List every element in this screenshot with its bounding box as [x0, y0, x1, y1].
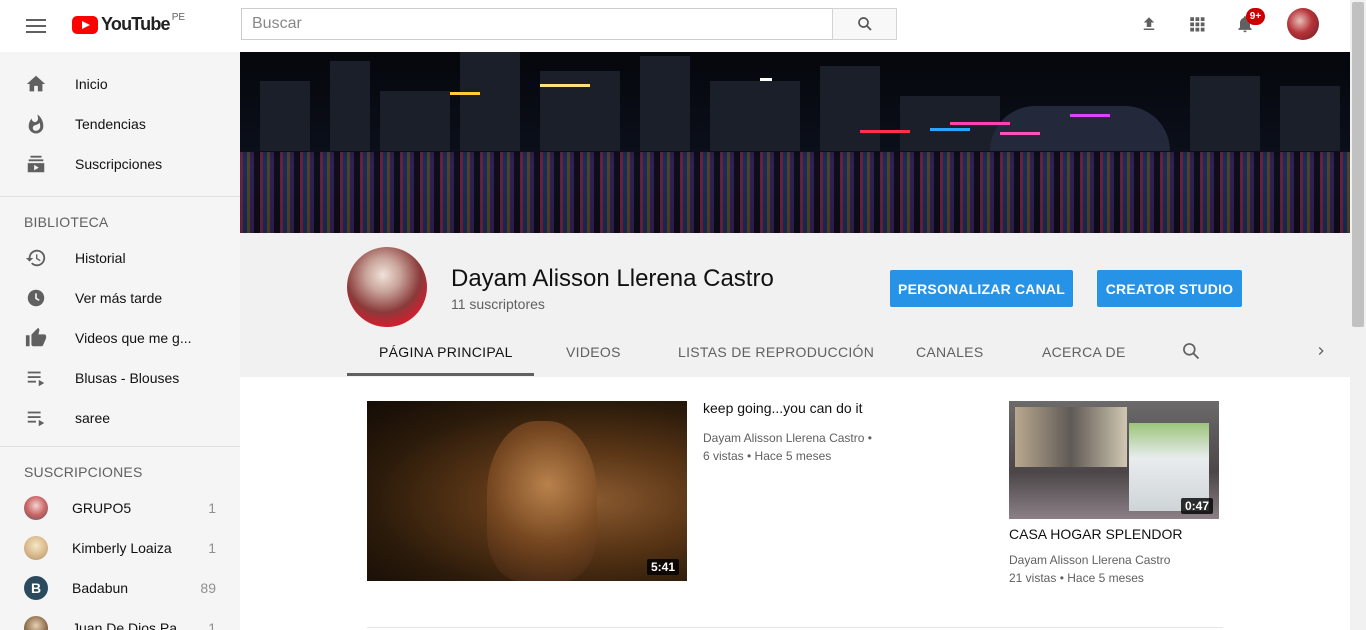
- banner-water: [240, 152, 1350, 233]
- featured-video-thumbnail[interactable]: 5:41: [367, 401, 687, 581]
- subscription-item-badabun[interactable]: B Badabun 89: [0, 568, 240, 608]
- subscription-label: Badabun: [72, 580, 129, 596]
- sidebar-item-suscripciones[interactable]: Suscripciones: [0, 144, 240, 184]
- tab-canales[interactable]: CANALES: [916, 344, 983, 360]
- subscription-count: 1: [208, 620, 216, 630]
- tab-pagina-principal[interactable]: PÁGINA PRINCIPAL: [379, 344, 513, 360]
- content-divider: [367, 627, 1223, 628]
- channel-avatar: [24, 536, 48, 560]
- sidebar-item-label: Ver más tarde: [75, 290, 163, 306]
- scrollbar-thumb[interactable]: [1352, 2, 1364, 327]
- channel-search-icon[interactable]: [1181, 341, 1201, 364]
- sidebar-item-inicio[interactable]: Inicio: [0, 64, 240, 104]
- brand-text: YouTube: [101, 14, 171, 34]
- subscription-label: Juan De Dios Pa...: [72, 620, 189, 630]
- playlist-icon: [24, 366, 48, 390]
- video-channel-name[interactable]: Dayam Alisson Llerena Castro: [703, 431, 864, 445]
- sidebar-item-label: Suscripciones: [75, 156, 163, 172]
- channel-avatar-large[interactable]: [347, 247, 427, 327]
- featured-video-channel: Dayam Alisson Llerena Castro •: [703, 431, 872, 445]
- subscription-count: 1: [208, 540, 216, 556]
- creator-studio-button[interactable]: CREATOR STUDIO: [1097, 270, 1242, 307]
- top-header: YouTube PE 9+: [0, 0, 1350, 52]
- channel-name: Dayam Alisson Llerena Castro: [451, 265, 774, 292]
- playlist-icon: [24, 406, 48, 430]
- notification-badge: 9+: [1246, 8, 1265, 25]
- subscriber-count: 11 suscriptores: [451, 296, 545, 312]
- video-duration: 0:47: [1180, 498, 1213, 514]
- youtube-play-icon: [72, 15, 98, 34]
- sidebar-item-label: Videos que me g...: [75, 330, 192, 346]
- side-video-meta: 21 vistas • Hace 5 meses: [1009, 571, 1144, 585]
- tab-listas[interactable]: LISTAS DE REPRODUCCIÓN: [678, 344, 874, 360]
- video-duration: 5:41: [646, 559, 679, 575]
- sidebar-item-blusas[interactable]: Blusas - Blouses: [0, 358, 240, 398]
- sidebar-item-label: Inicio: [75, 76, 108, 92]
- youtube-logo[interactable]: YouTube PE: [72, 12, 186, 35]
- active-tab-indicator: [347, 373, 534, 376]
- side-video-thumbnail[interactable]: 0:47: [1009, 401, 1219, 519]
- subscriptions-section-title: SUSCRIPCIONES: [24, 464, 143, 480]
- tab-videos[interactable]: VIDEOS: [566, 344, 621, 360]
- channel-avatar: [24, 616, 48, 630]
- sidebar: Inicio Tendencias Suscripciones BIBLIOTE…: [0, 52, 240, 630]
- upload-icon[interactable]: [1137, 12, 1161, 36]
- subscription-label: GRUPO5: [72, 500, 132, 516]
- subscription-label: Kimberly Loaiza: [72, 540, 172, 556]
- featured-video-meta: 6 vistas • Hace 5 meses: [703, 449, 832, 463]
- history-icon: [24, 246, 48, 270]
- search-button[interactable]: [832, 8, 897, 40]
- sidebar-item-ver-mas-tarde[interactable]: Ver más tarde: [0, 278, 240, 318]
- home-icon: [24, 72, 48, 96]
- sidebar-divider: [0, 446, 240, 447]
- subscription-count: 89: [200, 580, 216, 596]
- apps-grid-icon[interactable]: [1185, 12, 1209, 36]
- sidebar-item-label: Tendencias: [75, 116, 146, 132]
- sidebar-item-historial[interactable]: Historial: [0, 238, 240, 278]
- thumb-up-icon: [24, 326, 48, 350]
- sidebar-item-label: Historial: [75, 250, 126, 266]
- search-icon: [857, 17, 872, 31]
- sidebar-item-label: Blusas - Blouses: [75, 370, 180, 386]
- library-section-title: BIBLIOTECA: [24, 214, 109, 230]
- sidebar-divider: [0, 196, 240, 197]
- channel-avatar: [24, 496, 48, 520]
- chevron-right-icon[interactable]: [1313, 343, 1329, 362]
- search-input[interactable]: [241, 8, 833, 40]
- subscription-item-kimberly[interactable]: Kimberly Loaiza 1: [0, 528, 240, 568]
- channel-avatar: B: [24, 576, 48, 600]
- channel-banner: [240, 52, 1350, 233]
- customize-channel-button[interactable]: PERSONALIZAR CANAL: [890, 270, 1073, 307]
- side-video-channel[interactable]: Dayam Alisson Llerena Castro: [1009, 551, 1170, 569]
- subscriptions-icon: [24, 152, 48, 176]
- subscription-item-grupo5[interactable]: GRUPO5 1: [0, 488, 240, 528]
- subscription-count: 1: [208, 500, 216, 516]
- account-avatar[interactable]: [1287, 8, 1319, 40]
- sidebar-item-label: saree: [75, 410, 111, 426]
- sidebar-item-liked-videos[interactable]: Videos que me g...: [0, 318, 240, 358]
- watch-later-icon: [24, 286, 48, 310]
- sidebar-item-tendencias[interactable]: Tendencias: [0, 104, 240, 144]
- country-code: PE: [171, 12, 186, 23]
- trending-icon: [24, 112, 48, 136]
- subscription-item-juan-de-dios[interactable]: Juan De Dios Pa... 1: [0, 608, 240, 630]
- tab-acerca-de[interactable]: ACERCA DE: [1042, 344, 1126, 360]
- sidebar-item-saree[interactable]: saree: [0, 398, 240, 438]
- menu-icon[interactable]: [24, 16, 48, 36]
- featured-video-title[interactable]: keep going...you can do it: [703, 400, 863, 416]
- side-video-title[interactable]: CASA HOGAR SPLENDOR: [1009, 526, 1183, 542]
